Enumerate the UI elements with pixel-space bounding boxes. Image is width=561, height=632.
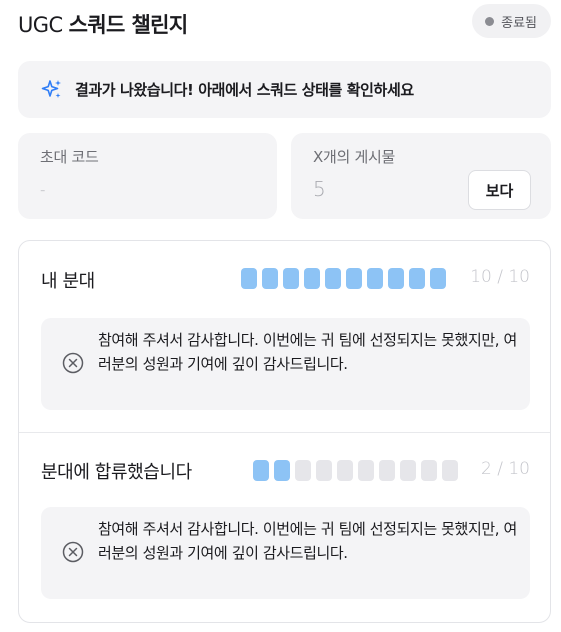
joined-squad-section: 분대에 합류했습니다 2 / 10 참여해 주셔서 감사합니다. 이번에는 귀 …	[19, 432, 550, 622]
invite-code-label: 초대 코드	[40, 148, 99, 166]
progress-segment-empty	[295, 460, 311, 481]
close-circle-icon	[62, 541, 84, 563]
posts-card: X개의 게시물 5 보다	[291, 133, 551, 219]
progress-segment-empty	[400, 460, 416, 481]
posts-count: 5	[313, 177, 326, 201]
notice-box: 참여해 주셔서 감사합니다. 이번에는 귀 팀에 선정되지는 못했지만, 여러분…	[41, 507, 530, 599]
progress-segment-filled	[367, 268, 383, 289]
progress-segment-empty	[421, 460, 437, 481]
progress-segment-filled	[388, 268, 404, 289]
close-circle-icon	[62, 352, 84, 374]
result-banner: 결과가 나왔습니다! 아래에서 스쿼드 상태를 확인하세요	[18, 61, 551, 118]
progress-segment-empty	[316, 460, 332, 481]
progress-segment-filled	[241, 268, 257, 289]
squad-progress-bar	[253, 460, 458, 481]
status-badge: 종료됨	[472, 4, 551, 38]
section-title: 분대에 합류했습니다	[41, 462, 192, 483]
view-button[interactable]: 보다	[468, 170, 531, 210]
progress-segment-filled	[325, 268, 341, 289]
status-dot-icon	[485, 16, 495, 26]
notice-text: 참여해 주셔서 감사합니다. 이번에는 귀 팀에 선정되지는 못했지만, 여러분…	[98, 520, 517, 562]
section-title: 내 분대	[41, 271, 95, 292]
progress-segment-filled	[430, 268, 446, 289]
progress-segment-empty	[337, 460, 353, 481]
progress-segment-filled	[253, 460, 269, 481]
banner-message: 결과가 나왔습니다! 아래에서 스쿼드 상태를 확인하세요	[75, 81, 414, 99]
posts-label: X개의 게시물	[313, 148, 395, 166]
invite-code-value: -	[40, 181, 46, 199]
notice-text: 참여해 주셔서 감사합니다. 이번에는 귀 팀에 선정되지는 못했지만, 여러분…	[98, 331, 517, 373]
progress-segment-filled	[283, 268, 299, 289]
progress-segment-filled	[274, 460, 290, 481]
my-squad-section: 내 분대 10 / 10 참여해 주셔서 감사합니다. 이번에는 귀 팀에 선정…	[19, 241, 550, 432]
invite-code-card: 초대 코드 -	[18, 133, 277, 219]
progress-segment-filled	[346, 268, 362, 289]
squad-panel: 내 분대 10 / 10 참여해 주셔서 감사합니다. 이번에는 귀 팀에 선정…	[18, 240, 551, 623]
squad-count: 2 / 10	[481, 459, 530, 479]
status-label: 종료됨	[501, 15, 537, 31]
page-title: UGC 스쿼드 챌린지	[18, 9, 188, 39]
progress-segment-empty	[379, 460, 395, 481]
squad-progress-bar	[241, 268, 446, 289]
progress-segment-filled	[409, 268, 425, 289]
progress-segment-filled	[304, 268, 320, 289]
progress-segment-empty	[442, 460, 458, 481]
notice-box: 참여해 주셔서 감사합니다. 이번에는 귀 팀에 선정되지는 못했지만, 여러분…	[41, 318, 530, 410]
sparkle-icon	[41, 79, 61, 98]
squad-count: 10 / 10	[470, 267, 530, 287]
progress-segment-empty	[358, 460, 374, 481]
title-prefix: UGC	[18, 13, 63, 37]
title-main: 스쿼드 챌린지	[68, 13, 189, 37]
header: UGC 스쿼드 챌린지 종료됨	[18, 0, 551, 44]
progress-segment-filled	[262, 268, 278, 289]
